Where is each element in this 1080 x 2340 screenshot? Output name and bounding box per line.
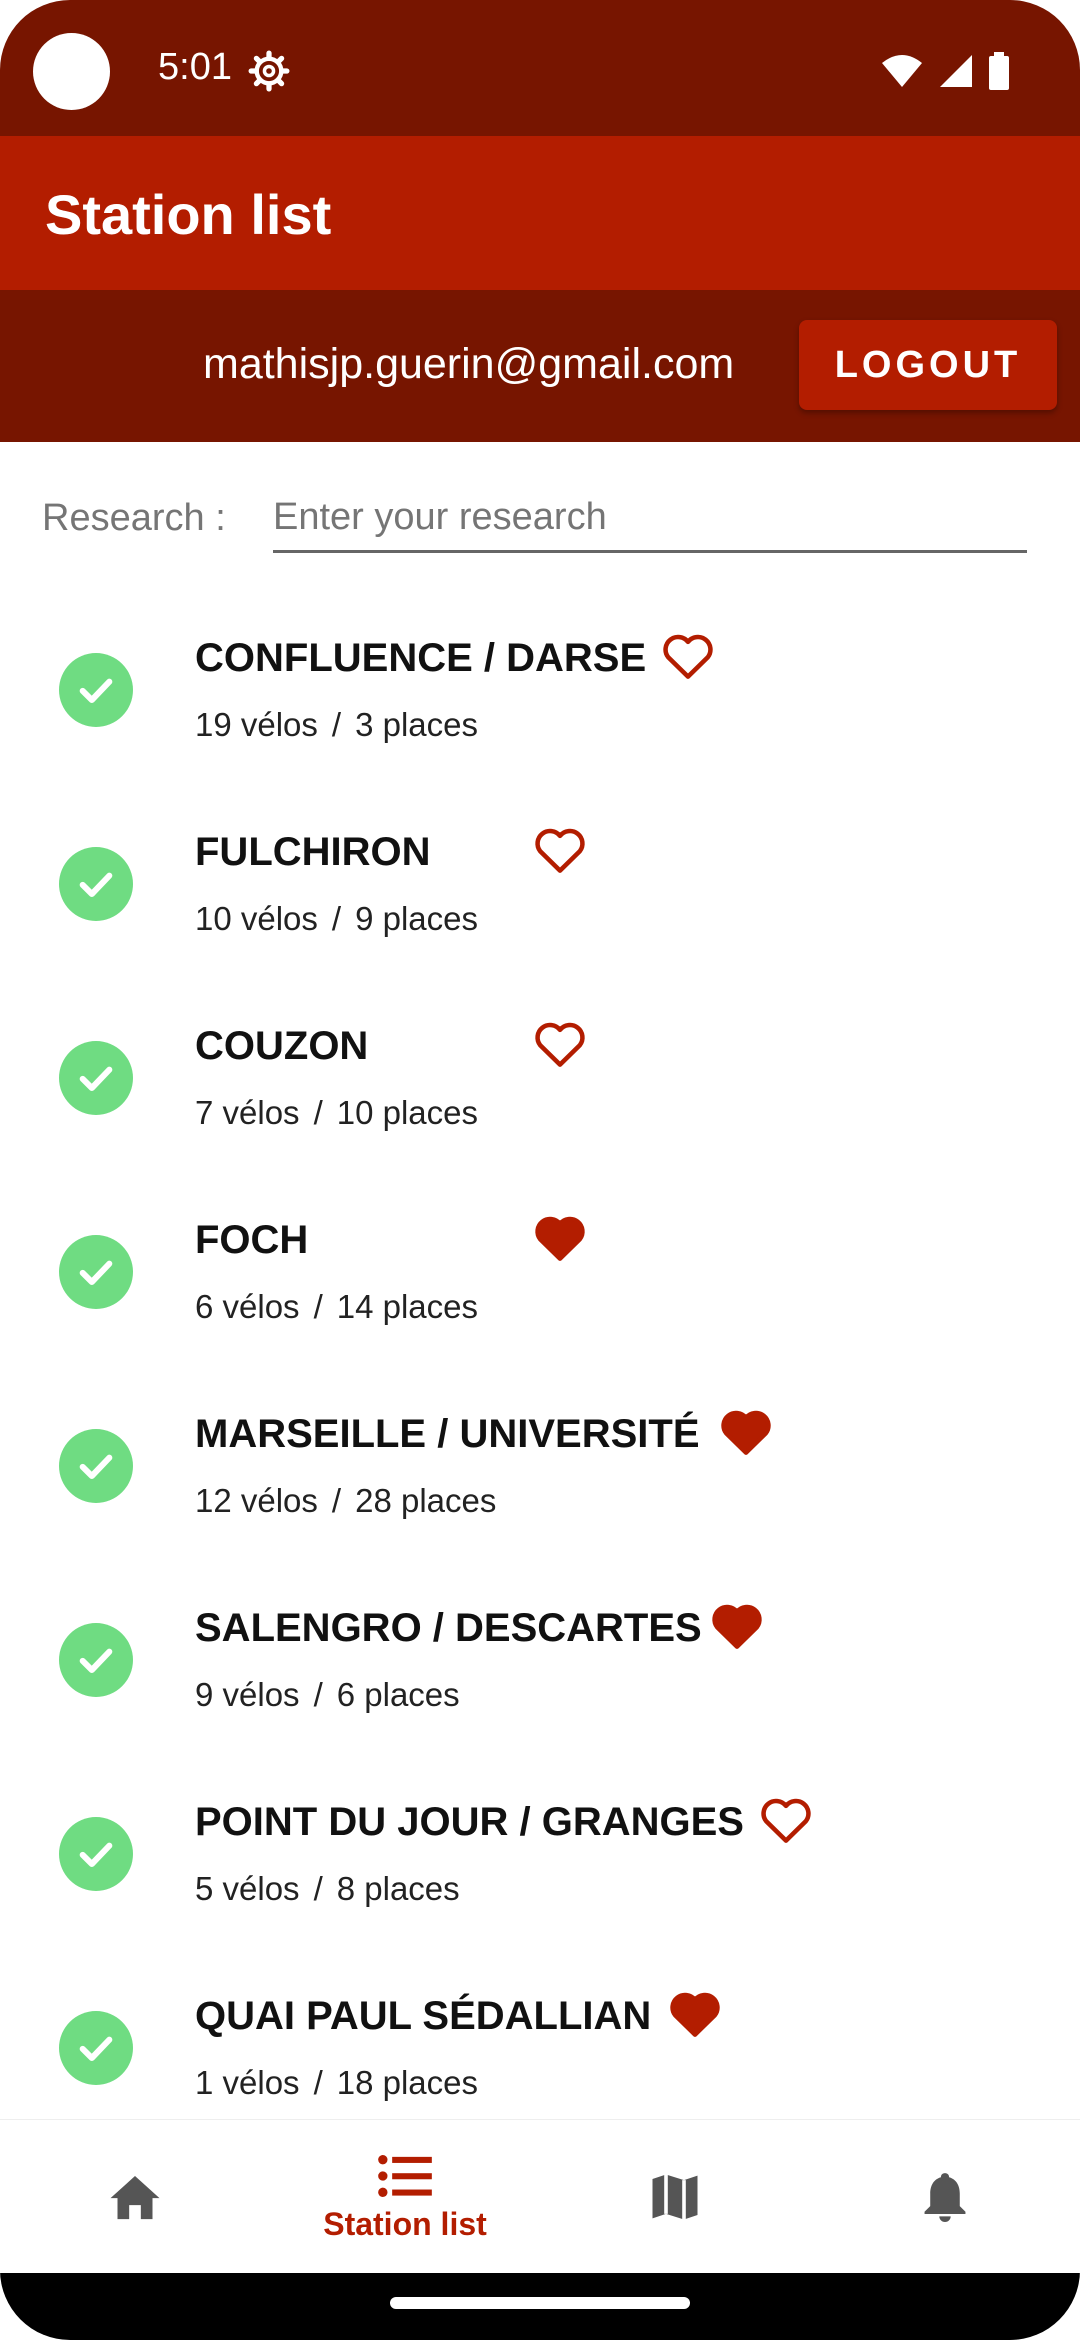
separator: / (331, 706, 342, 743)
heart-filled-icon[interactable] (709, 1600, 765, 1650)
station-name: FULCHIRON (195, 830, 431, 874)
separator: / (313, 1870, 323, 1907)
bottom-navigation: Station list (0, 2119, 1080, 2274)
separator: / (313, 2064, 323, 2101)
heart-outline-icon[interactable] (660, 630, 716, 680)
signal-icon (940, 55, 972, 87)
bikes-count: 19 vélos (195, 706, 318, 743)
list-item[interactable]: MARSEILLE / UNIVERSITÉ 12 vélos / 28 place… (0, 1370, 1080, 1564)
places-count: 18 places (336, 2064, 478, 2101)
check-icon (59, 1429, 133, 1503)
status-time: 5:01 (158, 46, 232, 88)
list-item[interactable]: FULCHIRON 10 vélos / 9 places (0, 788, 1080, 982)
station-availability: 5 vélos / 8 places (195, 1870, 460, 1908)
heart-filled-icon[interactable] (667, 1988, 723, 2038)
check-icon (59, 1817, 133, 1891)
station-name: QUAI PAUL SÉDALLIAN (195, 1994, 652, 2038)
station-name: MARSEILLE / UNIVERSITÉ (195, 1412, 700, 1456)
places-count: 8 places (336, 1870, 460, 1907)
heart-outline-icon[interactable] (532, 1018, 588, 1068)
separator: / (313, 1094, 323, 1131)
station-availability: 9 vélos / 6 places (195, 1676, 460, 1714)
separator: / (331, 900, 342, 937)
separator: / (331, 1482, 342, 1519)
user-row: mathisjp.guerin@gmail.com LOGOUT (0, 290, 1080, 442)
home-icon (110, 2176, 160, 2220)
places-count: 28 places (355, 1482, 497, 1519)
heart-filled-icon[interactable] (532, 1212, 588, 1262)
user-email: mathisjp.guerin@gmail.com (203, 340, 735, 388)
station-availability: 7 vélos / 10 places (195, 1094, 478, 1132)
list-item[interactable]: CONFLUENCE / DARSE 19 vélos / 3 places (0, 594, 1080, 788)
check-icon (59, 1623, 133, 1697)
station-name: FOCH (195, 1218, 309, 1262)
nav-notifications[interactable] (810, 2120, 1080, 2274)
check-icon (59, 653, 133, 727)
station-name: COUZON (195, 1024, 369, 1068)
bikes-count: 10 vélos (195, 900, 318, 937)
app-bar: Station list (0, 136, 1080, 290)
status-icons (880, 52, 1010, 90)
app-screen: 5:01 Station list mathisjp.guerin@gmail.… (0, 0, 1080, 2340)
heart-outline-icon[interactable] (532, 824, 588, 874)
check-icon (59, 1041, 133, 1115)
list-icon (378, 2154, 432, 2197)
station-availability: 6 vélos / 14 places (195, 1288, 478, 1326)
check-icon (59, 2011, 133, 2085)
check-icon (59, 847, 133, 921)
nav-station-list[interactable]: Station list (270, 2120, 540, 2274)
list-item[interactable]: QUAI PAUL SÉDALLIAN 1 vélos / 18 places (0, 1952, 1080, 2119)
status-bar: 5:01 (0, 0, 1080, 136)
settings-icon (248, 50, 290, 92)
station-name: POINT DU JOUR / GRANGES (195, 1800, 744, 1844)
bikes-count: 5 vélos (195, 1870, 300, 1907)
list-item[interactable]: FOCH 6 vélos / 14 places (0, 1176, 1080, 1370)
station-availability: 12 vélos / 28 places (195, 1482, 496, 1520)
check-icon (59, 1235, 133, 1309)
bikes-count: 6 vélos (195, 1288, 300, 1325)
camera-cutout (33, 33, 110, 110)
places-count: 14 places (336, 1288, 478, 1325)
battery-icon (989, 52, 1009, 90)
station-name: CONFLUENCE / DARSE (195, 636, 647, 680)
wifi-icon (882, 55, 922, 87)
nav-home[interactable] (0, 2120, 270, 2274)
separator: / (313, 1676, 323, 1713)
places-count: 6 places (336, 1676, 460, 1713)
home-gesture-handle[interactable] (390, 2297, 690, 2309)
station-name: SALENGRO / DESCARTES (195, 1606, 702, 1650)
bikes-count: 7 vélos (195, 1094, 300, 1131)
map-icon (652, 2174, 698, 2220)
nav-map[interactable] (540, 2120, 810, 2274)
station-list[interactable]: CONFLUENCE / DARSE 19 vélos / 3 places FUL… (0, 594, 1080, 2119)
list-item[interactable]: POINT DU JOUR / GRANGES 5 vélos / 8 places (0, 1758, 1080, 1952)
list-item[interactable]: COUZON 7 vélos / 10 places (0, 982, 1080, 1176)
search-input[interactable] (273, 484, 1027, 553)
heart-filled-icon[interactable] (718, 1406, 774, 1456)
places-count: 10 places (336, 1094, 478, 1131)
logout-button[interactable]: LOGOUT (799, 320, 1057, 410)
list-item[interactable]: SALENGRO / DESCARTES 9 vélos / 6 places (0, 1564, 1080, 1758)
gesture-bar (0, 2273, 1080, 2340)
station-availability: 1 vélos / 18 places (195, 2064, 478, 2102)
nav-label: Station list (323, 2205, 487, 2242)
station-availability: 19 vélos / 3 places (195, 706, 478, 744)
bikes-count: 1 vélos (195, 2064, 300, 2101)
station-availability: 10 vélos / 9 places (195, 900, 478, 938)
separator: / (313, 1288, 323, 1325)
places-count: 3 places (355, 706, 479, 743)
bell-icon (924, 2173, 966, 2222)
bikes-count: 12 vélos (195, 1482, 318, 1519)
search-label: Research : (42, 497, 226, 539)
places-count: 9 places (355, 900, 479, 937)
page-title: Station list (45, 183, 332, 246)
heart-outline-icon[interactable] (758, 1794, 814, 1844)
bikes-count: 9 vélos (195, 1676, 300, 1713)
